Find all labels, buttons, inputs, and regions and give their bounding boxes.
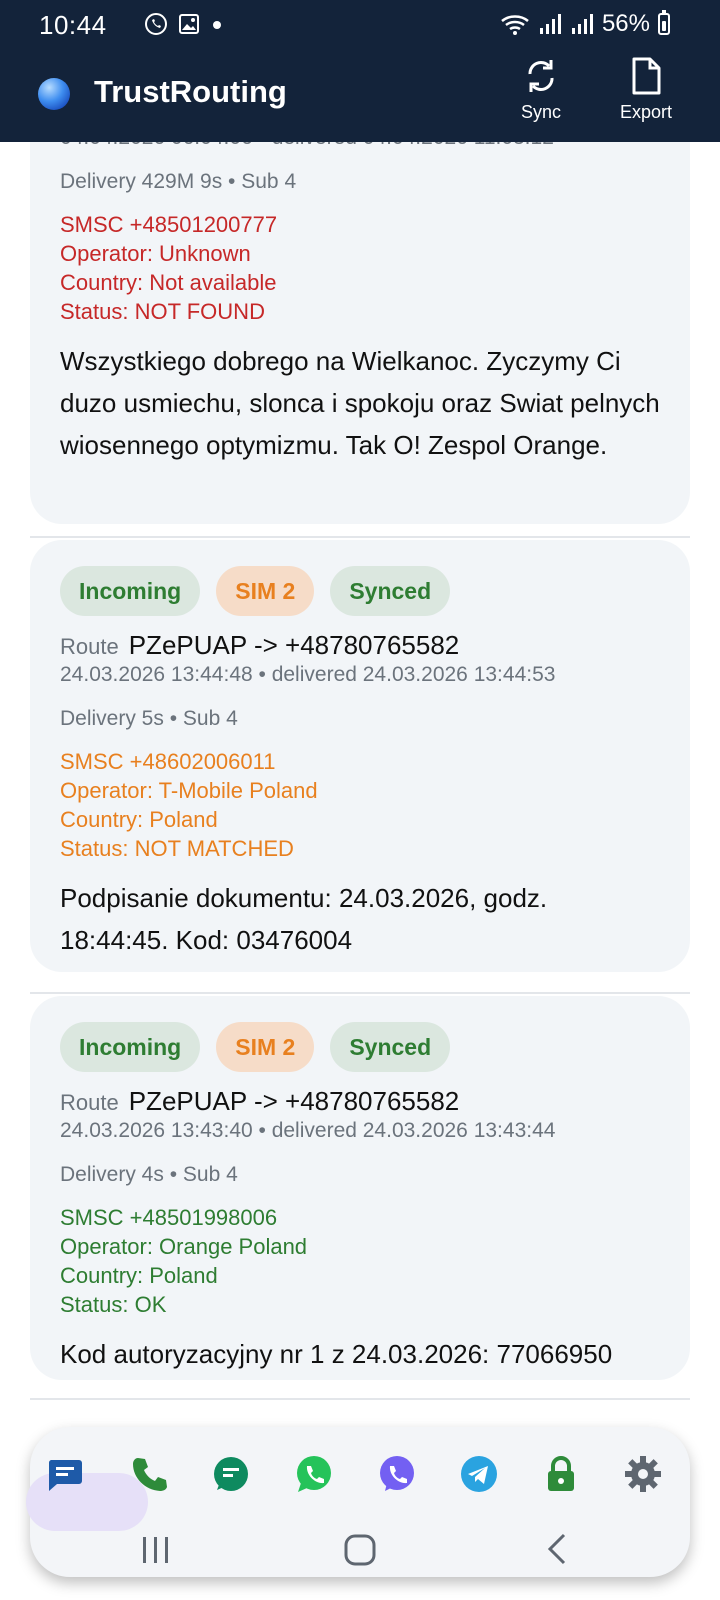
direction-chip: Incoming bbox=[60, 1022, 201, 1072]
home-button[interactable] bbox=[330, 1527, 390, 1571]
route-row: Route PZePUAP -> +48780765582 bbox=[60, 1086, 660, 1117]
settings-icon bbox=[625, 1456, 661, 1492]
route-label: Route bbox=[60, 1090, 119, 1115]
app-title: TrustRouting bbox=[94, 74, 287, 109]
nav-settings[interactable] bbox=[612, 1443, 672, 1503]
card-delivery: Delivery 5s • Sub 4 bbox=[60, 707, 238, 730]
lock-icon bbox=[548, 1456, 574, 1491]
card-separator bbox=[30, 1398, 690, 1400]
card-delivery: Delivery 429M 9s • Sub 4 bbox=[60, 170, 297, 193]
smsc-number: SMSC +48501200777 bbox=[60, 212, 278, 237]
app-logo-icon bbox=[38, 78, 70, 110]
smsc-info: SMSC +48501998006 Operator: Orange Polan… bbox=[60, 1203, 660, 1319]
status-time: 10:44 bbox=[39, 10, 107, 40]
route-value: PZePUAP -> +48780765582 bbox=[128, 630, 460, 660]
message-body: Wszystkiego dobrego na Wielkanoc. Zyczym… bbox=[60, 346, 660, 460]
wifi-icon bbox=[501, 15, 529, 35]
battery-icon bbox=[658, 10, 670, 35]
nav-messages[interactable] bbox=[200, 1443, 260, 1503]
smsc-status: Status: OK bbox=[60, 1292, 167, 1317]
card-separator bbox=[30, 992, 690, 994]
nav-telegram[interactable] bbox=[448, 1443, 508, 1503]
message-card[interactable]: Incoming SIM 2 Synced Route PZePUAP -> +… bbox=[30, 540, 690, 972]
smsc-number: SMSC +48602006011 bbox=[60, 749, 276, 774]
card-chips: Incoming SIM 2 Synced bbox=[60, 1022, 660, 1072]
message-card[interactable]: Incoming SIM 2 Synced Route PZePUAP -> +… bbox=[30, 996, 690, 1380]
document-icon bbox=[632, 57, 661, 95]
sync-button[interactable]: Sync bbox=[501, 52, 581, 142]
smsc-status: Status: NOT MATCHED bbox=[60, 836, 294, 861]
card-timeline: 24.03.2026 13:43:40 • delivered 24.03.20… bbox=[60, 1119, 556, 1142]
route-value: PZePUAP -> +48780765582 bbox=[128, 1086, 460, 1116]
smsc-country: Country: Poland bbox=[60, 807, 218, 832]
card-separator bbox=[30, 536, 690, 538]
smsc-info: SMSC +48501200777 Operator: Unknown Coun… bbox=[60, 210, 660, 326]
message-card[interactable]: 04.04.2026 06:04:06 • delivered 04.04.20… bbox=[30, 142, 690, 524]
message-body: Podpisanie dokumentu: 24.03.2026, godz. … bbox=[60, 883, 548, 955]
card-delivery: Delivery 4s • Sub 4 bbox=[60, 1163, 238, 1186]
nav-phone[interactable] bbox=[118, 1443, 178, 1503]
bottom-navigation bbox=[26, 1427, 690, 1577]
message-body: Kod autoryzacyjny nr 1 z 24.03.2026: 770… bbox=[60, 1339, 613, 1369]
nav-sms[interactable] bbox=[34, 1443, 94, 1503]
message-feed[interactable]: 04.04.2026 06:04:06 • delivered 04.04.20… bbox=[0, 142, 720, 1600]
viber-icon bbox=[380, 1456, 414, 1491]
smsc-operator: Operator: T-Mobile Poland bbox=[60, 778, 318, 803]
notification-dot-icon bbox=[213, 21, 221, 29]
signal-sim2-icon bbox=[571, 14, 593, 34]
app-bar: TrustRouting Sync Export bbox=[0, 52, 720, 142]
direction-chip: Incoming bbox=[60, 566, 201, 616]
status-bar: 10:44 56% bbox=[0, 0, 720, 52]
card-timeline: 04.04.2026 06:04:06 • delivered 04.04.20… bbox=[60, 142, 660, 150]
app-header: 10:44 56% TrustRouting Sync Export bbox=[0, 0, 720, 142]
back-icon bbox=[547, 1533, 566, 1565]
gallery-notification-icon bbox=[179, 14, 199, 34]
nav-viber[interactable] bbox=[366, 1443, 426, 1503]
telegram-icon bbox=[461, 1456, 497, 1492]
nav-whatsapp[interactable] bbox=[283, 1443, 343, 1503]
messages-icon bbox=[214, 1457, 248, 1491]
whatsapp-icon bbox=[297, 1456, 331, 1492]
route-row: Route PZePUAP -> +48780765582 bbox=[60, 630, 660, 661]
signal-sim1-icon bbox=[539, 14, 561, 34]
sms-icon bbox=[48, 1460, 82, 1491]
route-label: Route bbox=[60, 634, 119, 659]
card-chips: Incoming SIM 2 Synced bbox=[60, 566, 660, 616]
export-label: Export bbox=[619, 102, 673, 122]
smsc-operator: Operator: Unknown bbox=[60, 241, 251, 266]
sync-icon bbox=[528, 60, 554, 92]
smsc-status: Status: NOT FOUND bbox=[60, 299, 265, 324]
viber-notification-icon bbox=[145, 13, 167, 35]
back-button[interactable] bbox=[528, 1527, 588, 1571]
sync-status-chip: Synced bbox=[330, 1022, 451, 1072]
sync-status-chip: Synced bbox=[330, 566, 451, 616]
smsc-operator: Operator: Orange Poland bbox=[60, 1234, 308, 1259]
smsc-info: SMSC +48602006011 Operator: T-Mobile Pol… bbox=[60, 747, 660, 863]
smsc-country: Country: Poland bbox=[60, 1263, 218, 1288]
home-icon bbox=[344, 1534, 376, 1566]
sync-label: Sync bbox=[520, 102, 562, 122]
phone-icon bbox=[133, 1458, 167, 1491]
recents-icon bbox=[143, 1537, 168, 1563]
sim-chip: SIM 2 bbox=[216, 566, 315, 616]
card-timeline: 24.03.2026 13:44:48 • delivered 24.03.20… bbox=[60, 663, 556, 686]
smsc-number: SMSC +48501998006 bbox=[60, 1205, 278, 1230]
export-button[interactable]: Export bbox=[606, 52, 686, 142]
recent-apps-button[interactable] bbox=[126, 1527, 186, 1571]
smsc-country: Country: Not available bbox=[60, 270, 277, 295]
sim-chip: SIM 2 bbox=[216, 1022, 315, 1072]
nav-security[interactable] bbox=[530, 1443, 590, 1503]
battery-percentage: 56% bbox=[601, 10, 650, 37]
